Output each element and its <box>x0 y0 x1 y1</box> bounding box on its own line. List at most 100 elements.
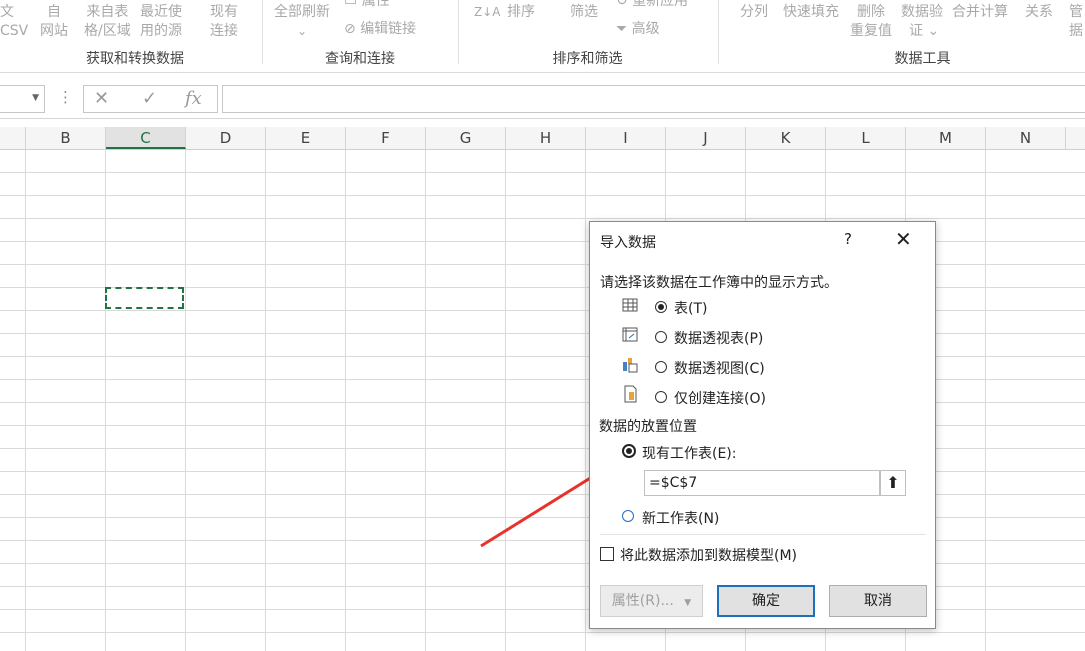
from-text-csv-button[interactable]: 文 CSV <box>0 3 28 41</box>
consolidate-button[interactable]: 合并计算 <box>952 3 1008 22</box>
cancel-icon[interactable]: ✕ <box>94 88 109 109</box>
insert-function-icon[interactable]: fx <box>185 88 202 109</box>
chevron-down-icon[interactable]: ▼ <box>32 93 39 103</box>
column-header-k[interactable]: K <box>746 127 826 149</box>
refresh-all-dropdown-icon: ⌄ <box>296 24 308 38</box>
formula-bar-resize-handle[interactable]: ⋮ <box>58 88 73 106</box>
connection-only-icon <box>624 385 637 403</box>
from-web-label-2: 网站 <box>40 23 68 39</box>
column-header-partial[interactable] <box>0 127 26 149</box>
dialog-divider <box>600 534 926 535</box>
placement-section-label: 数据的放置位置 <box>599 419 697 435</box>
option-connection-only-label[interactable]: 仅创建连接(O) <box>674 388 766 408</box>
pivot-chart-icon <box>623 358 638 373</box>
from-table-range-button[interactable]: 来自表 格/区域 <box>84 3 131 41</box>
radio-pivot-chart[interactable] <box>655 361 667 373</box>
cell-reference-input[interactable]: =$C$7 <box>644 470 880 496</box>
formula-input[interactable] <box>222 85 1085 113</box>
remove-duplicates-label: 删除 <box>857 4 885 20</box>
from-table-label-2: 格/区域 <box>84 23 131 39</box>
recent-sources-button[interactable]: 最近使 用的源 <box>140 3 182 41</box>
close-icon[interactable]: ✕ <box>895 227 912 251</box>
column-header-g[interactable]: G <box>426 127 506 149</box>
help-icon[interactable]: ? <box>844 230 852 248</box>
display-mode-prompt: 请选择该数据在工作簿中的显示方式。 <box>600 275 838 291</box>
option-pivot-chart-label[interactable]: 数据透视图(C) <box>674 358 765 378</box>
from-web-label: 自 <box>47 4 61 20</box>
chevron-down-icon: ▼ <box>684 598 692 608</box>
radio-table[interactable] <box>655 301 667 313</box>
enter-icon[interactable]: ✓ <box>142 88 157 109</box>
data-validation-button[interactable]: 数据验 证 ⌄ <box>901 3 943 41</box>
manage-data-model-label-2: 据 <box>1069 23 1083 39</box>
group-label-get-transform: 获取和转换数据 <box>86 51 184 67</box>
new-sheet-label[interactable]: 新工作表(N) <box>642 508 719 528</box>
refresh-all-button[interactable]: 全部刷新 ⌄ <box>274 3 330 41</box>
add-to-data-model-checkbox[interactable] <box>600 547 614 561</box>
advanced-filter-button[interactable]: ⏷ 高级 <box>616 20 660 39</box>
manage-data-model-label: 管 <box>1069 4 1083 20</box>
recent-sources-label: 最近使 <box>140 4 182 20</box>
collapse-dialog-button[interactable]: ⬆ <box>880 470 906 496</box>
flash-fill-button[interactable]: 快速填充 <box>783 3 839 22</box>
existing-connections-button[interactable]: 现有 连接 <box>210 3 238 41</box>
option-table-label[interactable]: 表(T) <box>674 298 707 318</box>
manage-data-model-button[interactable]: 管 据 <box>1069 3 1083 41</box>
data-validation-label-2: 证 ⌄ <box>909 23 940 39</box>
advanced-filter-icon: ⏷ <box>616 21 628 37</box>
selected-cell-c7[interactable] <box>105 287 184 309</box>
properties-button-label: 属性(R)... <box>611 593 674 609</box>
column-header-f[interactable]: F <box>346 127 426 149</box>
column-header-l[interactable]: L <box>826 127 906 149</box>
group-label-sort-filter: 排序和筛选 <box>552 51 623 67</box>
radio-new-sheet[interactable] <box>622 510 634 522</box>
sort-button[interactable]: 排序 <box>507 3 535 22</box>
column-header-i[interactable]: I <box>586 127 666 149</box>
formula-bar: ▼ ⋮ ✕ ✓ fx <box>0 80 1085 119</box>
radio-connection-only[interactable] <box>655 391 667 403</box>
existing-sheet-label[interactable]: 现有工作表(E): <box>642 443 737 463</box>
radio-existing-sheet[interactable] <box>622 444 636 458</box>
properties-icon: ▭ <box>344 0 358 9</box>
ribbon: 文 CSV 自 网站 来自表 格/区域 最近使 用的源 现有 连接 获取和转换数… <box>0 0 1085 73</box>
from-table-label: 来自表 <box>86 4 129 20</box>
from-text-label-2: CSV <box>0 23 29 39</box>
column-header-c[interactable]: C <box>106 127 186 149</box>
option-pivot-table-label[interactable]: 数据透视表(P) <box>674 328 763 348</box>
pivot-table-icon <box>622 327 638 342</box>
add-to-data-model-label[interactable]: 将此数据添加到数据模型(M) <box>620 545 797 565</box>
sort-az-button[interactable]: Z↓A <box>474 3 500 22</box>
group-label-query: 查询和连接 <box>325 51 395 67</box>
import-data-dialog: 导入数据 ? ✕ 请选择该数据在工作簿中的显示方式。 表(T) 数据透视表(P)… <box>589 221 936 629</box>
from-web-button[interactable]: 自 网站 <box>40 3 68 41</box>
column-header-d[interactable]: D <box>186 127 266 149</box>
existing-connections-label: 现有 <box>210 4 238 20</box>
table-icon <box>622 298 638 312</box>
ribbon-divider <box>262 0 263 64</box>
properties-button[interactable]: ▭ 属性 <box>344 0 390 11</box>
radio-pivot-table[interactable] <box>655 331 667 343</box>
column-header-e[interactable]: E <box>266 127 346 149</box>
column-header-n[interactable]: N <box>986 127 1066 149</box>
reapply-button[interactable]: ↻ 重新应用 <box>616 0 688 11</box>
column-header-b[interactable]: B <box>26 127 106 149</box>
cancel-button[interactable]: 取消 <box>829 585 927 617</box>
advanced-filter-label: 高级 <box>631 21 660 37</box>
edit-links-button[interactable]: ⊘ 编辑链接 <box>344 20 416 39</box>
filter-button[interactable]: 筛选 <box>570 3 598 22</box>
column-header-m[interactable]: M <box>906 127 986 149</box>
remove-duplicates-button[interactable]: 删除 重复值 <box>850 3 892 41</box>
properties-button[interactable]: 属性(R)... ▼ <box>600 585 703 617</box>
edit-links-label: 编辑链接 <box>360 21 417 37</box>
column-header-h[interactable]: H <box>506 127 586 149</box>
sort-az-icon: Z↓A <box>474 5 501 19</box>
existing-connections-label-2: 连接 <box>210 23 238 39</box>
ok-button[interactable]: 确定 <box>717 585 815 617</box>
column-header-j[interactable]: J <box>666 127 746 149</box>
remove-duplicates-label-2: 重复值 <box>850 23 892 39</box>
reapply-icon: ↻ <box>616 0 628 9</box>
relationships-button[interactable]: 关系 <box>1025 3 1053 22</box>
name-box[interactable]: ▼ <box>0 85 45 113</box>
text-to-columns-button[interactable]: 分列 <box>740 3 768 22</box>
reapply-label: 重新应用 <box>632 0 689 9</box>
